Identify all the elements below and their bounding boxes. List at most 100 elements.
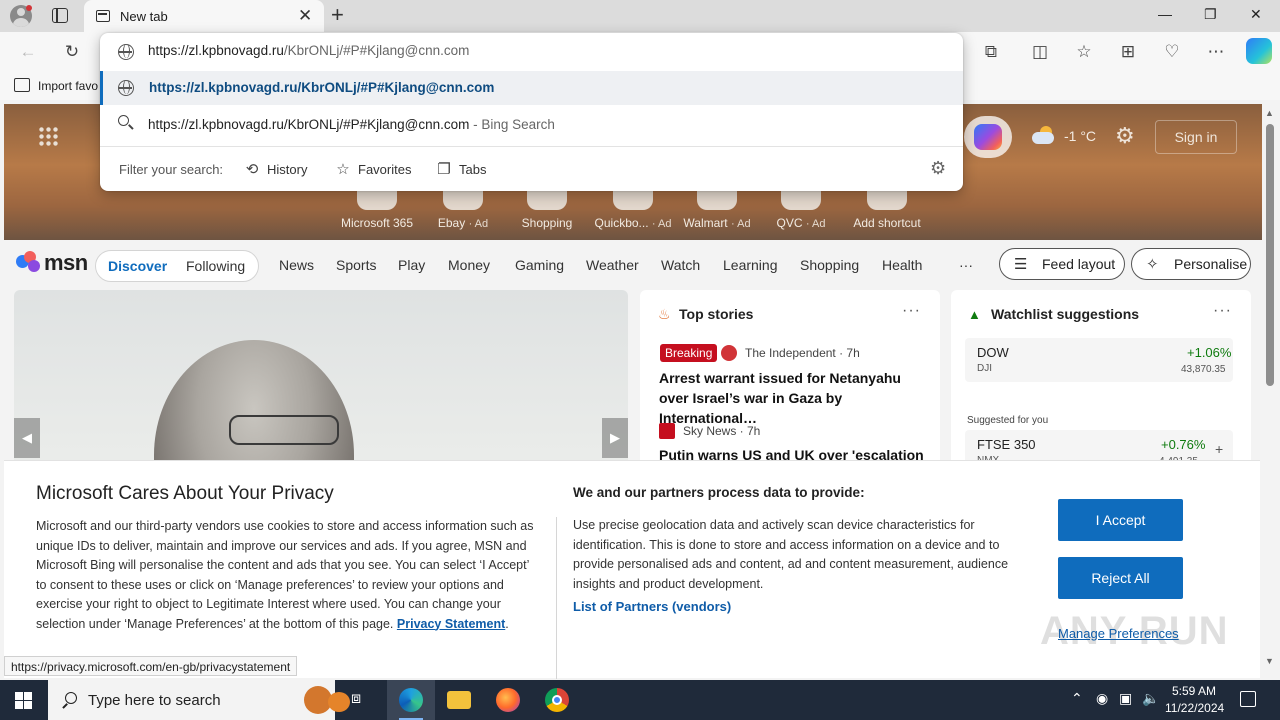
stock-symbol: FTSE 350 (977, 437, 1036, 452)
scroll-up-icon[interactable]: ▲ (1265, 108, 1274, 118)
copilot-logo-icon (974, 124, 1002, 150)
nav-play[interactable]: Play (398, 257, 425, 273)
nav-gaming[interactable]: Gaming (515, 257, 564, 273)
maximize-button[interactable]: ❐ (1204, 6, 1217, 23)
manage-preferences-link[interactable]: Manage Preferences (1058, 626, 1179, 641)
import-favorites-link[interactable]: Import favo (38, 79, 98, 93)
nav-watch[interactable]: Watch (661, 257, 700, 273)
reject-all-button[interactable]: Reject All (1058, 557, 1183, 599)
meet-now-icon[interactable]: ◉ (1096, 690, 1108, 707)
chrome-icon[interactable] (533, 680, 581, 720)
history-icon: ⟲ (245, 161, 259, 178)
split-screen-icon[interactable]: ◫ (1028, 40, 1052, 64)
feed-mode-switch: Discover Following (95, 250, 259, 282)
nav-sports[interactable]: Sports (336, 257, 376, 273)
new-tab-button[interactable]: + (331, 3, 344, 27)
msn-wordmark[interactable]: msn (44, 250, 88, 276)
search-settings-gear-icon[interactable]: ⚙ (930, 158, 946, 179)
tab-discover[interactable]: Discover (108, 258, 167, 274)
filter-favorites-button[interactable]: ☆ Favorites (334, 160, 411, 178)
url-suggestion-row[interactable]: https://zl.kpbnovagd.ru/KbrONLj/#P#Kjlan… (100, 71, 963, 105)
windows-taskbar: Type here to search ⧈ ⌃ ◉ ▣ 🔈 5:59 AM 11… (0, 680, 1280, 720)
personalise-button[interactable]: ✧ Personalise (1131, 248, 1251, 280)
carousel-next-icon[interactable]: ▶ (602, 418, 628, 458)
weather-cloudy-icon[interactable] (1032, 126, 1056, 144)
msn-logo-icon[interactable] (16, 251, 42, 275)
nav-shopping[interactable]: Shopping (800, 257, 859, 273)
url-suggestion-text: https://zl.kpbnovagd.ru/KbrONLj/#P#Kjlan… (149, 80, 495, 95)
minimize-button[interactable]: — (1158, 6, 1172, 22)
top-stories-more-button[interactable]: ··· (902, 302, 921, 320)
temperature[interactable]: -1 °C (1064, 128, 1096, 144)
tab-close-icon[interactable]: ✕ (298, 6, 312, 26)
privacy-divider (556, 517, 557, 679)
stock-symbol: DOW (977, 345, 1009, 360)
breaking-badge: Breaking (660, 344, 718, 362)
stock-exchange: DJI (977, 363, 992, 374)
watchlist-title: Watchlist suggestions (991, 306, 1140, 322)
privacy-title: Microsoft Cares About Your Privacy (36, 483, 334, 504)
watchlist-more-button[interactable]: ··· (1213, 302, 1232, 320)
nav-learning[interactable]: Learning (723, 257, 778, 273)
back-arrow-icon[interactable]: ← (16, 40, 40, 64)
edge-taskbar-icon[interactable] (387, 680, 435, 720)
tab-actions-icon[interactable] (52, 8, 68, 23)
network-icon[interactable]: ▣ (1119, 690, 1132, 707)
add-to-watchlist-icon[interactable]: + (1215, 441, 1223, 457)
accept-button[interactable]: I Accept (1058, 499, 1183, 541)
nav-money[interactable]: Money (448, 257, 490, 273)
sparkle-icon: ✧ (1146, 256, 1159, 273)
filter-tabs-button[interactable]: ❐ Tabs (435, 160, 486, 178)
top-stories-title: Top stories (679, 306, 754, 322)
carousel-prev-icon[interactable]: ◀ (14, 418, 40, 458)
list-of-partners-link[interactable]: List of Partners (vendors) (573, 599, 731, 614)
privacy-consent-banner: Microsoft Cares About Your Privacy Micro… (4, 460, 1260, 679)
tab-title: New tab (120, 9, 168, 24)
copilot-icon[interactable] (1246, 38, 1272, 64)
tab-following[interactable]: Following (186, 258, 245, 274)
suggested-label: Suggested for you (967, 415, 1049, 426)
nav-health[interactable]: Health (882, 257, 922, 273)
browser-essentials-icon[interactable]: ♡ (1160, 40, 1184, 64)
status-bar-url: https://privacy.microsoft.com/en-gb/priv… (4, 656, 298, 676)
nav-more-button[interactable]: ··· (959, 257, 973, 273)
star-icon: ☆ (336, 161, 350, 178)
page-scrollbar[interactable]: ▲ ▼ (1262, 104, 1280, 678)
feed-layout-button[interactable]: ☰ Feed layout (999, 248, 1125, 280)
stock-row[interactable]: DOW DJI +1.06% 43,870.35 (965, 338, 1233, 382)
file-explorer-icon[interactable] (435, 680, 483, 720)
tab-new-tab[interactable]: New tab ✕ (84, 0, 324, 32)
independent-source-icon (721, 345, 737, 361)
collections-icon[interactable]: ⊞ (1116, 40, 1140, 64)
volume-icon[interactable]: 🔈 (1142, 690, 1159, 707)
show-hidden-icons-chevron-icon[interactable]: ⌃ (1071, 690, 1083, 707)
story-source: Sky News · 7h (683, 424, 761, 438)
globe-icon (118, 80, 134, 96)
nav-news[interactable]: News (279, 257, 314, 273)
task-view-icon[interactable]: ⧈ (337, 680, 385, 720)
clock-date[interactable]: 11/22/2024 (1165, 701, 1224, 715)
windows-start-icon[interactable] (15, 692, 32, 709)
filter-history-button[interactable]: ⟲ History (243, 160, 308, 178)
settings-menu-icon[interactable]: ⋯ (1204, 40, 1228, 64)
nav-weather[interactable]: Weather (586, 257, 639, 273)
scroll-down-icon[interactable]: ▼ (1265, 656, 1274, 666)
firefox-icon[interactable] (484, 680, 532, 720)
partners-body: Use precise geolocation data and activel… (573, 518, 1009, 591)
privacy-statement-link[interactable]: Privacy Statement (397, 617, 505, 631)
app-launcher-icon[interactable] (38, 126, 58, 146)
portrait-glasses (229, 415, 339, 445)
favorites-star-icon[interactable]: ☆ (1072, 40, 1096, 64)
refresh-icon[interactable]: ↻ (60, 40, 84, 64)
clock-time[interactable]: 5:59 AM (1172, 684, 1216, 698)
notifications-icon[interactable] (1240, 691, 1256, 707)
search-suggestion-row[interactable]: https://zl.kpbnovagd.ru/KbrONLj/#P#Kjlan… (148, 117, 555, 132)
extensions-icon[interactable]: ⧉ (979, 40, 1003, 64)
scrollbar-thumb[interactable] (1266, 124, 1274, 386)
address-input[interactable]: https://zl.kpbnovagd.ru/KbrONLj/#P#Kjlan… (148, 43, 469, 58)
page-settings-gear-icon[interactable]: ⚙ (1115, 124, 1135, 148)
story-headline[interactable]: Arrest warrant issued for Netanyahu over… (659, 368, 929, 428)
close-window-button[interactable]: ✕ (1250, 6, 1262, 23)
sign-in-button[interactable]: Sign in (1155, 120, 1237, 154)
taskbar-search-box[interactable]: Type here to search (48, 680, 350, 720)
